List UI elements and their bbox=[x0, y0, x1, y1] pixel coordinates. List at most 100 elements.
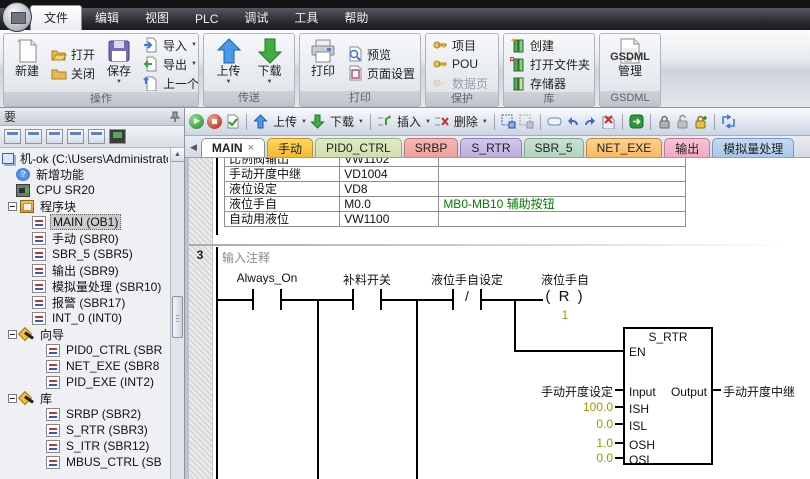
tab-main[interactable]: MAIN × bbox=[201, 138, 265, 157]
preview-button[interactable]: 预览 bbox=[345, 45, 417, 63]
tree-item-net-exe[interactable]: NET_EXE (SBR8 bbox=[2, 358, 168, 374]
variable-table-view-icon[interactable] bbox=[67, 129, 84, 144]
scroll-up-icon[interactable]: ▲ bbox=[171, 148, 184, 162]
data-block-view-icon[interactable] bbox=[46, 129, 63, 144]
ladder-canvas[interactable]: 比例阀输出 VW1102 手动开度中继 VD1004 液位设定 VD8 bbox=[185, 158, 810, 479]
delete-caret[interactable]: ▼ bbox=[482, 119, 488, 125]
tree-item-cpu[interactable]: CPU SR20 bbox=[2, 182, 168, 198]
menu-tab-view[interactable]: 视图 bbox=[132, 6, 182, 30]
open-button[interactable]: 打开 bbox=[49, 46, 97, 64]
block-output-operand[interactable]: 手动开度中继 bbox=[723, 383, 810, 400]
library-memory-button[interactable]: 存储器 bbox=[508, 74, 592, 92]
upload-caret[interactable]: ▼ bbox=[301, 119, 307, 125]
symbol-table-view-icon[interactable] bbox=[4, 129, 21, 144]
menu-tab-file[interactable]: 文件 bbox=[30, 5, 82, 30]
insert-network-icon[interactable] bbox=[377, 114, 392, 129]
coil-label[interactable]: 液位手自 bbox=[515, 271, 615, 288]
download-button[interactable]: 下载 ▼ bbox=[251, 36, 289, 91]
tab-s-rtr[interactable]: S_RTR bbox=[460, 138, 521, 157]
tree-item-library[interactable]: 库 bbox=[2, 390, 168, 406]
tab-sbr5[interactable]: SBR_5 bbox=[524, 138, 584, 157]
tree-item-sbr5[interactable]: SBR_5 (SBR5) bbox=[2, 246, 168, 262]
unlock-icon[interactable] bbox=[675, 114, 690, 129]
tree-item-program-block[interactable]: 程序块 bbox=[2, 198, 168, 214]
tree-item-project-root[interactable]: 机-ok (C:\Users\Administrator bbox=[2, 150, 168, 166]
upload-label[interactable]: 上传 bbox=[273, 113, 297, 130]
tree-item-sbr0[interactable]: 手动 (SBR0) bbox=[2, 230, 168, 246]
lock-add-icon[interactable] bbox=[693, 114, 708, 129]
new-button[interactable]: 新建 bbox=[8, 36, 46, 92]
protect-pou-button[interactable]: POU bbox=[430, 55, 490, 73]
tab-manual[interactable]: 手动 bbox=[267, 138, 313, 157]
reset-coil[interactable]: ( R ) bbox=[537, 288, 593, 305]
contact-bar[interactable] bbox=[380, 289, 382, 310]
run-button[interactable] bbox=[189, 114, 204, 129]
function-block[interactable]: S_RTR EN Input ISH ISL OSH OSL Output bbox=[623, 327, 713, 465]
clear-icon[interactable] bbox=[601, 114, 616, 129]
communication-monitor-icon[interactable] bbox=[109, 129, 126, 144]
app-menu-button[interactable] bbox=[2, 2, 32, 32]
tree-item-pid-exe[interactable]: PID_EXE (INT2) bbox=[2, 374, 168, 390]
contact-label[interactable]: 液位手自设定 bbox=[412, 271, 522, 288]
tree-item-sbr9[interactable]: 输出 (SBR9) bbox=[2, 262, 168, 278]
contact-bar[interactable] bbox=[452, 289, 454, 310]
bookmark-flow-icon[interactable] bbox=[721, 114, 736, 129]
tree-item-sbr17[interactable]: 报警 (SBR17) bbox=[2, 294, 168, 310]
osh-value[interactable]: 1.0 bbox=[547, 436, 613, 450]
collapse-expander[interactable] bbox=[8, 330, 17, 339]
delete-label[interactable]: 删除 bbox=[454, 113, 478, 130]
lock-icon[interactable] bbox=[657, 114, 672, 129]
undo-icon[interactable] bbox=[565, 114, 580, 129]
ish-value[interactable]: 100.0 bbox=[547, 400, 613, 414]
scrollbar-thumb[interactable] bbox=[172, 296, 183, 338]
insert-caret[interactable]: ▼ bbox=[425, 119, 431, 125]
redo-icon[interactable] bbox=[583, 114, 598, 129]
insert-label[interactable]: 插入 bbox=[397, 113, 421, 130]
previous-button[interactable]: 上一个▼ bbox=[141, 74, 199, 92]
tree-item-srbp[interactable]: SRBP (SBR2) bbox=[2, 406, 168, 422]
tree-item-pid0-ctrl[interactable]: PID0_CTRL (SBR bbox=[2, 342, 168, 358]
tab-output[interactable]: 输出 bbox=[664, 138, 710, 157]
menu-tab-help[interactable]: 帮助 bbox=[331, 6, 381, 30]
delete-network-icon[interactable] bbox=[434, 114, 449, 129]
page-setup-button[interactable]: 页面设置 bbox=[345, 64, 417, 82]
tab-analog-processing[interactable]: 模拟量处理 bbox=[712, 138, 794, 157]
pin-icon[interactable] bbox=[170, 111, 180, 123]
compile-icon[interactable] bbox=[225, 114, 240, 129]
cross-reference-view-icon[interactable] bbox=[88, 129, 105, 144]
menu-tab-debug[interactable]: 调试 bbox=[231, 6, 281, 30]
go-to-icon[interactable] bbox=[629, 114, 644, 129]
save-button[interactable]: 保存 ▼ bbox=[100, 36, 138, 92]
menu-tab-tools[interactable]: 工具 bbox=[281, 6, 331, 30]
upload-arrow-icon[interactable] bbox=[253, 114, 268, 129]
library-open-folder-button[interactable]: 打开文件夹 bbox=[508, 55, 592, 73]
contact-label[interactable]: Always_On bbox=[217, 271, 317, 285]
contact-bar[interactable] bbox=[480, 289, 482, 310]
tree-item-sbr10[interactable]: 模拟量处理 (SBR10) bbox=[2, 278, 168, 294]
tree-item-main-ob1[interactable]: MAIN (OB1) bbox=[2, 214, 168, 230]
collapse-expander[interactable] bbox=[8, 394, 17, 403]
import-button[interactable]: 导入▼ bbox=[141, 36, 199, 54]
network-comment[interactable]: 输入注释 bbox=[222, 249, 270, 266]
menu-tab-edit[interactable]: 编辑 bbox=[82, 6, 132, 30]
tree-item-s-rtr[interactable]: S_RTR (SBR3) bbox=[2, 422, 168, 438]
select-network-icon[interactable] bbox=[519, 114, 534, 129]
tree-item-wizard[interactable]: 向导 bbox=[2, 326, 168, 342]
selection-box-icon[interactable] bbox=[547, 114, 562, 129]
contact-bar[interactable] bbox=[280, 289, 282, 310]
contact-bar[interactable] bbox=[352, 289, 354, 310]
download-caret[interactable]: ▼ bbox=[358, 119, 364, 125]
upload-button[interactable]: 上传 ▼ bbox=[210, 36, 248, 91]
tab-scroll-left-icon[interactable]: ◀ bbox=[188, 142, 201, 157]
tab-srbp[interactable]: SRBP bbox=[404, 138, 459, 157]
gsdml-manage-button[interactable]: GSDML 管理 bbox=[605, 36, 655, 91]
collapse-expander[interactable] bbox=[8, 202, 17, 211]
export-button[interactable]: 导出▼ bbox=[141, 55, 199, 73]
tree-item-s-itr[interactable]: S_ITR (SBR12) bbox=[2, 438, 168, 454]
block-input-operand[interactable]: 手动开度设定 bbox=[507, 383, 613, 400]
coil-operand[interactable]: 1 bbox=[537, 308, 593, 322]
contact-bar[interactable] bbox=[252, 289, 254, 310]
download-arrow-icon[interactable] bbox=[310, 114, 325, 129]
status-chart-view-icon[interactable] bbox=[25, 129, 42, 144]
stop-button[interactable] bbox=[207, 114, 222, 129]
